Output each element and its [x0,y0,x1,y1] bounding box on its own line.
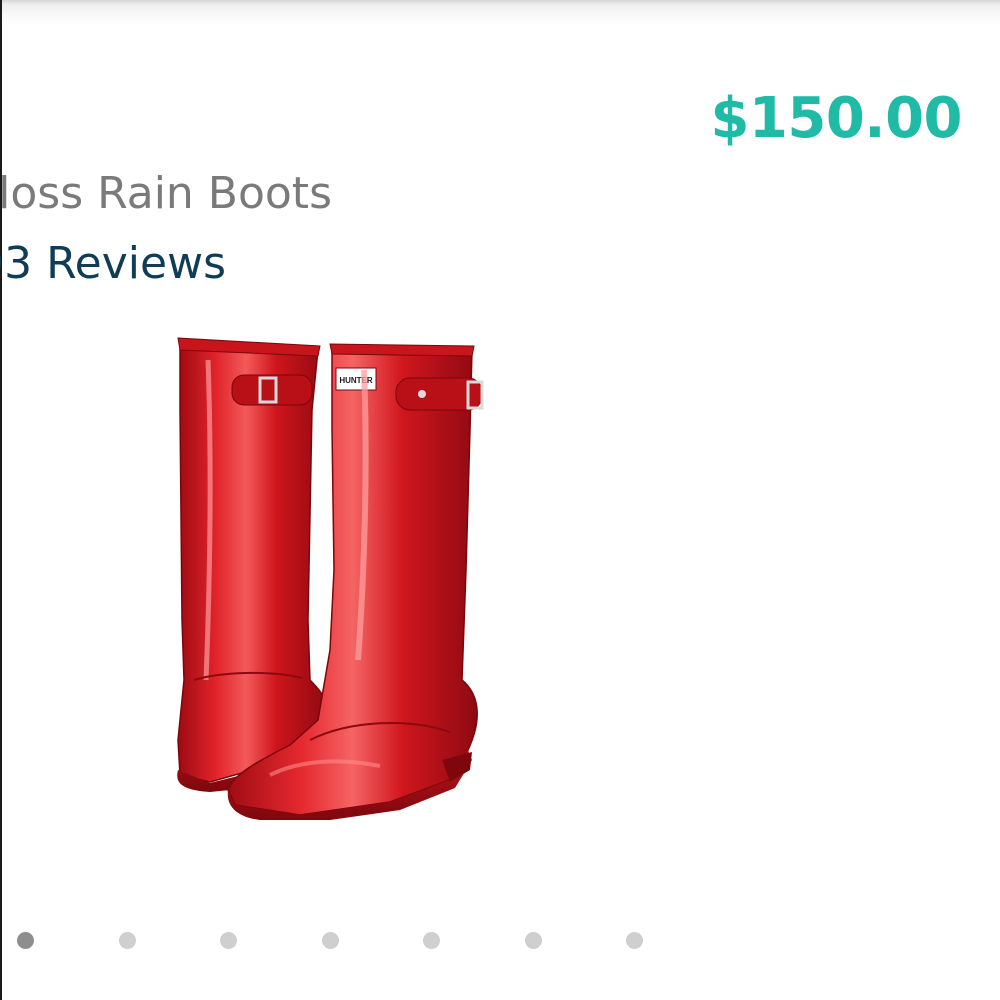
carousel-pagination [0,930,1000,950]
top-bar-shadow [0,0,1000,26]
left-edge-divider [0,0,2,1000]
carousel-dot[interactable] [423,932,440,949]
carousel-dot[interactable] [321,932,339,949]
boot-logo-text: HUNTER [339,376,373,385]
product-image[interactable]: HUNTER [150,320,510,840]
product-page: $150.00 loss Rain Boots 93 Reviews HUNTE… [0,0,1000,1000]
red-rain-boots-image: HUNTER [177,337,484,820]
carousel-dot[interactable] [626,932,643,949]
carousel-dot[interactable] [524,932,542,949]
product-title: loss Rain Boots [0,168,332,219]
carousel-dot[interactable] [220,932,237,949]
carousel-dot[interactable] [17,932,34,949]
left-boot [177,337,330,792]
carousel-dot[interactable] [118,932,136,949]
reviews-link[interactable]: 93 Reviews [0,238,226,289]
product-price: $150.00 [710,86,962,151]
